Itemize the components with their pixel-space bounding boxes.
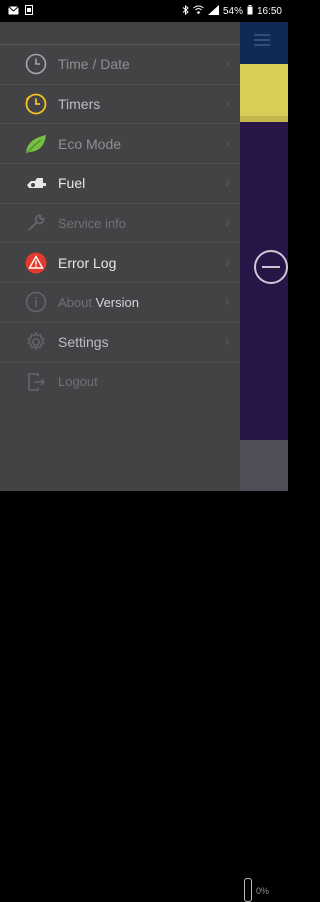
app-toolbar [240, 22, 288, 64]
status-bar: 54% 16:50 [0, 0, 288, 22]
gear-icon [24, 330, 48, 354]
menu-item-label: Settings [58, 334, 109, 351]
clock-time: 16:50 [256, 6, 282, 17]
menu-item-label: Eco Mode [58, 135, 122, 152]
chevron-right-icon: › [224, 174, 230, 192]
app-bottom-bar: 0% [240, 440, 288, 902]
navigation-drawer: Time / Date › Timers › Eco Mode › Fuel ›… [0, 22, 240, 491]
chevron-right-icon: › [224, 253, 230, 271]
mail-icon [8, 5, 19, 18]
status-right: 54% 16:50 [182, 4, 282, 18]
menu-item-label: Timers [58, 96, 101, 113]
signal-icon [207, 5, 219, 18]
status-left [8, 5, 33, 18]
sim-icon [25, 5, 33, 18]
version-label: Version [95, 294, 139, 310]
fuel-icon [24, 171, 48, 195]
menu-item-timers[interactable]: Timers › [0, 85, 240, 125]
menu-item-settings[interactable]: Settings › [0, 323, 240, 363]
logout-icon [24, 370, 48, 394]
menu-item-about[interactable]: About Version › [0, 283, 240, 323]
chevron-right-icon: › [224, 333, 230, 351]
menu-item-label: Time / Date [58, 56, 130, 73]
wrench-icon [24, 211, 48, 235]
menu-item-label: About Version [58, 295, 139, 310]
chevron-right-icon: › [224, 55, 230, 73]
app-banner-shadow [240, 116, 288, 122]
info-icon [24, 290, 48, 314]
clock-icon [24, 52, 48, 76]
wifi-icon [193, 5, 204, 18]
menu-item-time-date[interactable]: Time / Date › [0, 45, 240, 85]
menu-item-error-log[interactable]: Error Log › [0, 243, 240, 284]
bluetooth-icon [182, 4, 189, 18]
about-label: About [58, 294, 92, 310]
menu-item-label: Service info [58, 215, 126, 231]
menu-item-eco-mode[interactable]: Eco Mode › [0, 124, 240, 165]
menu-item-label: Fuel [58, 175, 86, 192]
underlying-app-screen: 0% [240, 22, 288, 902]
app-banner [240, 64, 288, 116]
chevron-right-icon: › [224, 95, 230, 113]
menu-item-fuel[interactable]: Fuel › [0, 164, 240, 204]
warning-icon [24, 251, 48, 275]
chevron-right-icon: › [224, 134, 230, 152]
timer-icon [24, 92, 48, 116]
drawer-header [0, 22, 240, 45]
chevron-right-icon: › [224, 214, 230, 232]
minus-circle-icon[interactable] [254, 250, 288, 284]
battery-percent: 54% [222, 6, 243, 17]
menu-item-label: Logout [58, 374, 98, 390]
menu-item-service-info[interactable]: Service info › [0, 204, 240, 244]
chevron-right-icon: › [224, 293, 230, 311]
menu-item-label: Error Log [58, 254, 117, 271]
menu-item-logout[interactable]: Logout [0, 363, 240, 402]
leaf-icon [24, 132, 48, 156]
gauge-icon [244, 878, 252, 902]
gauge-percent: 0% [256, 886, 270, 896]
battery-icon [247, 5, 253, 18]
hamburger-icon[interactable] [254, 34, 270, 36]
